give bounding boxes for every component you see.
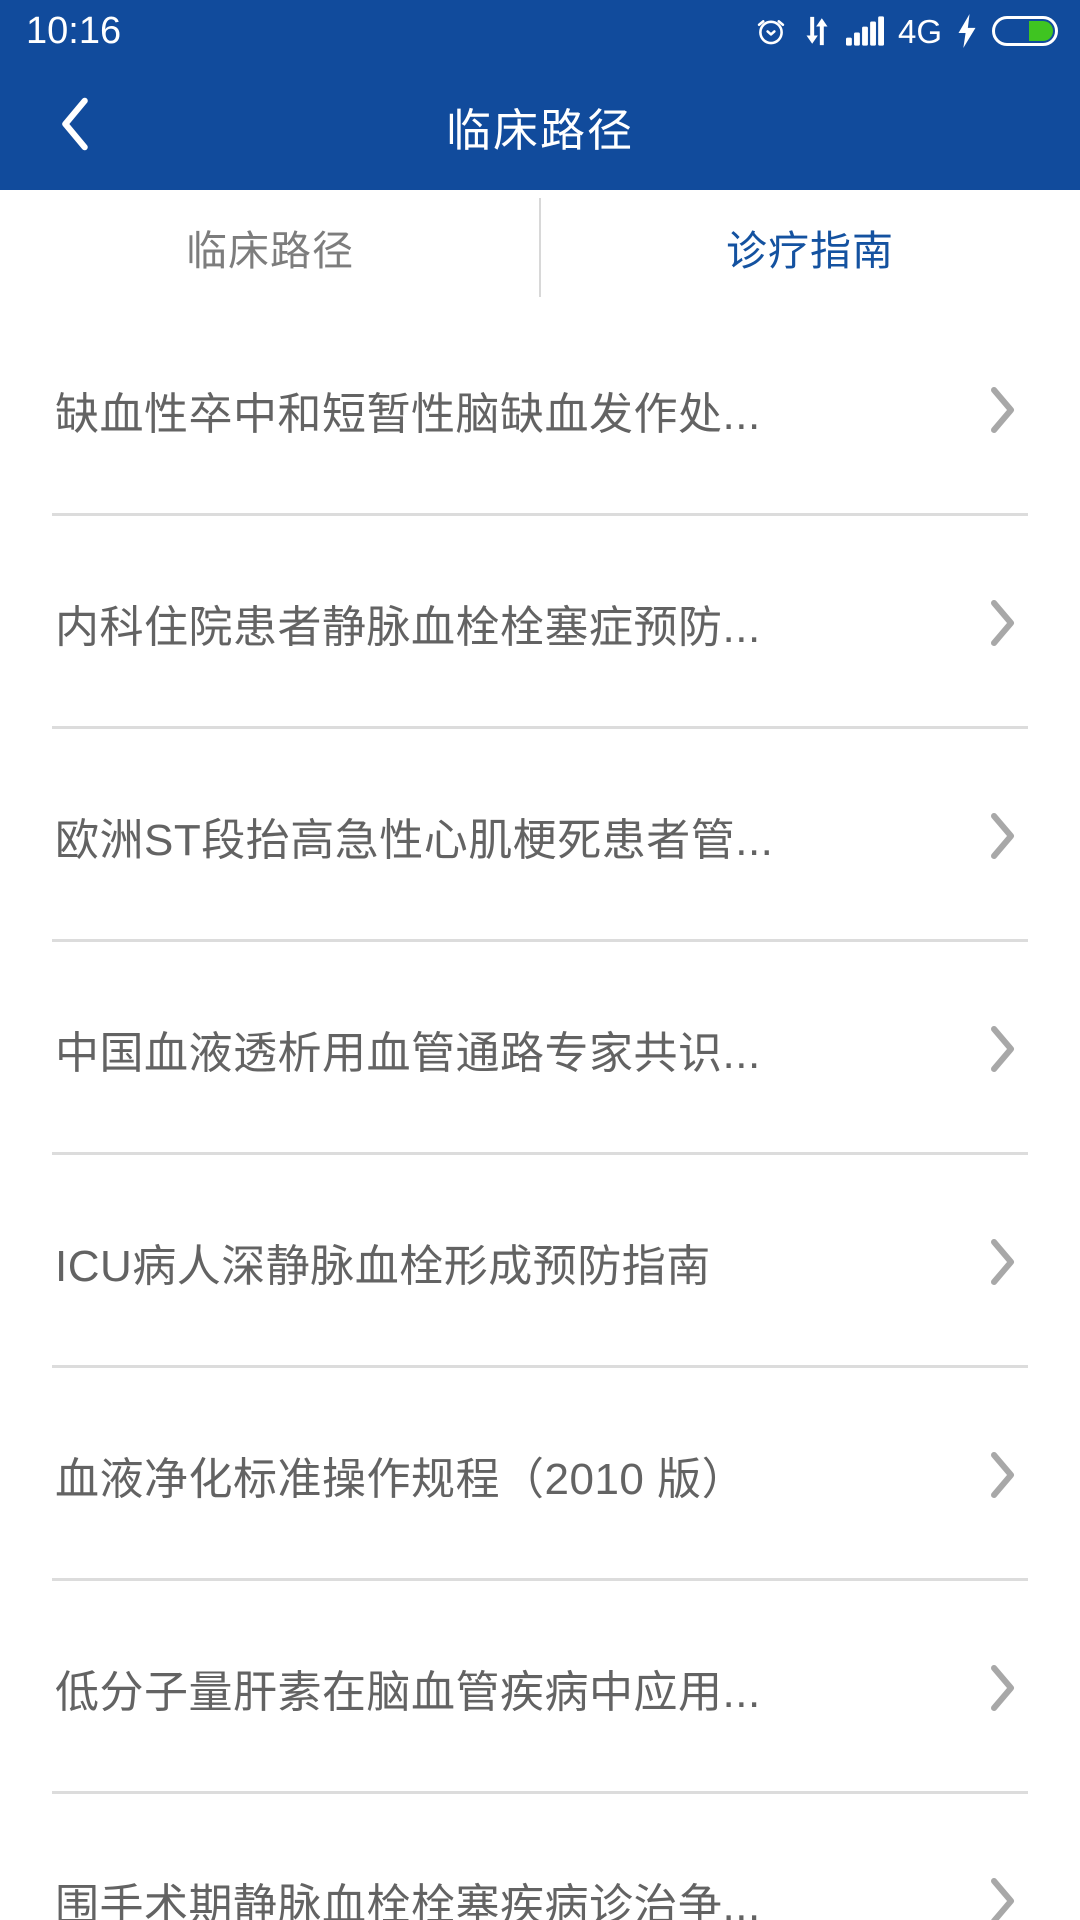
chevron-right-icon (978, 1663, 1028, 1713)
chevron-right-icon (978, 1450, 1028, 1500)
chevron-right-icon (978, 1237, 1028, 1287)
chevron-right-icon (978, 1024, 1028, 1074)
list-item-title: 中国血液透析用血管通路专家共识... (55, 1028, 761, 1078)
chevron-right-icon (978, 811, 1028, 861)
battery-level-fill (1029, 21, 1053, 41)
tab-separator (539, 198, 541, 297)
chevron-right-icon (978, 385, 1028, 435)
battery-icon (992, 16, 1058, 46)
list-item-title: 欧洲ST段抬高急性心肌梗死患者管... (55, 815, 774, 865)
list-item[interactable]: 中国血液透析用血管通路专家共识... (0, 942, 1080, 1155)
list-item[interactable]: 低分子量肝素在脑血管疾病中应用... (0, 1581, 1080, 1794)
network-type-label: 4G (897, 12, 942, 50)
list-item[interactable]: ICU病人深静脉血栓形成预防指南 (0, 1155, 1080, 1368)
status-icons: 4G (754, 14, 1058, 48)
tab-bar: 临床路径 诊疗指南 (0, 190, 1080, 303)
chevron-left-icon (53, 95, 97, 158)
chevron-right-icon (978, 1876, 1028, 1920)
tab-clinical-pathway[interactable]: 临床路径 (0, 190, 540, 303)
tab-treatment-guidelines[interactable]: 诊疗指南 (540, 190, 1080, 303)
status-bar: 10:16 4G (0, 0, 1080, 62)
list-item-title: ICU病人深静脉血栓形成预防指南 (55, 1241, 711, 1291)
list-item-title: 血液净化标准操作规程（2010 版） (55, 1454, 747, 1504)
list-item[interactable]: 血液净化标准操作规程（2010 版） (0, 1368, 1080, 1581)
list-item[interactable]: 内科住院患者静脉血栓栓塞症预防... (0, 516, 1080, 729)
page-title: 临床路径 (445, 104, 634, 156)
chevron-right-icon (978, 598, 1028, 648)
guideline-list: 缺血性卒中和短暂性脑缺血发作处... 内科住院患者静脉血栓栓塞症预防... 欧洲… (0, 303, 1080, 1920)
list-item[interactable]: 缺血性卒中和短暂性脑缺血发作处... (0, 303, 1080, 516)
list-item-title: 缺血性卒中和短暂性脑缺血发作处... (55, 389, 761, 439)
status-clock: 10:16 (26, 10, 122, 52)
alarm-clock-icon (754, 14, 788, 48)
back-button[interactable] (40, 91, 110, 161)
list-item-title: 围手术期静脉血栓栓塞疾病诊治争... (55, 1880, 761, 1920)
signal-bars-icon (845, 16, 884, 46)
tab-label: 临床路径 (186, 227, 354, 274)
app-root: 10:16 4G 临床路径 临床路径 诊疗指南 缺血性卒中和短暂性脑缺血发作处.… (0, 0, 1080, 1920)
navigation-bar: 临床路径 (0, 62, 1080, 190)
list-item-title: 内科住院患者静脉血栓栓塞症预防... (55, 602, 761, 652)
list-item-title: 低分子量肝素在脑血管疾病中应用... (55, 1667, 761, 1717)
tab-label: 诊疗指南 (726, 227, 894, 274)
list-item[interactable]: 欧洲ST段抬高急性心肌梗死患者管... (0, 729, 1080, 942)
charging-bolt-icon (956, 14, 978, 48)
data-transfer-icon (802, 14, 832, 48)
list-item[interactable]: 围手术期静脉血栓栓塞疾病诊治争... (0, 1794, 1080, 1920)
